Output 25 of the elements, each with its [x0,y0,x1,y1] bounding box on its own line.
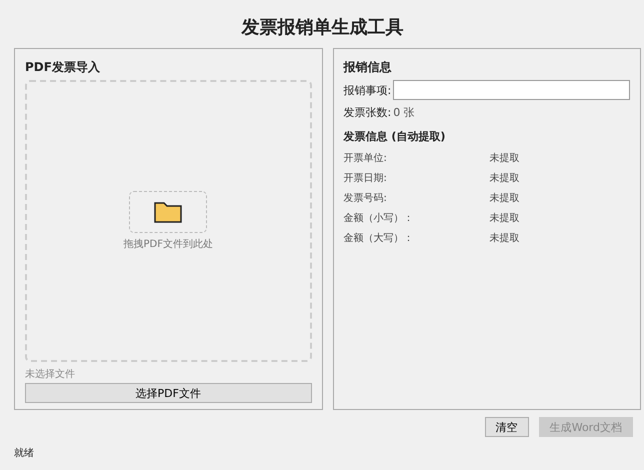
count-label: 发票张数: [344,105,392,120]
input-field[interactable] [393,80,630,100]
file-status: 未选择文件 [25,368,76,381]
field-label: 发票号码: [344,192,388,205]
field-label: 开票单位: [344,152,388,165]
drop-zone[interactable]: 拖拽PDF文件到此处 [25,80,312,362]
field-label: 金额（大写）： [344,232,414,245]
count-value: 0 张 [393,105,415,120]
field-value: 未提取 [490,192,520,205]
field-value: 未提取 [490,172,520,185]
drop-hint: 拖拽PDF文件到此处 [124,238,213,251]
panel-title: 报销信息 [344,59,392,76]
action-button[interactable]: 清空 [484,417,529,437]
field-value: 未提取 [490,212,520,225]
field-value: 未提取 [490,152,520,165]
status-text: 就绪 [14,446,35,460]
window-title: 发票报销单生成工具 [240,16,404,40]
folder-icon [153,200,184,224]
field-label: 开票日期: [344,172,388,185]
section-title: 发票信息 (自动提取) [344,129,446,144]
panel-title: PDF发票导入 [25,59,101,76]
select-pdf-button[interactable]: 选择PDF文件 [25,383,312,403]
field-label: 报销事项: [344,82,392,98]
field-label: 金额（小写）： [344,212,414,225]
field-value: 未提取 [490,232,520,245]
